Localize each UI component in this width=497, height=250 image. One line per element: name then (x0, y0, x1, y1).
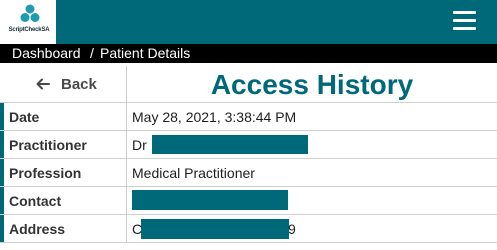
date-label: Date (9, 109, 40, 125)
top-bar: ScriptCheckSA (0, 0, 497, 44)
address-label: Address (9, 221, 66, 237)
practitioner-value-prefix: Dr (132, 137, 147, 153)
row-divider (126, 159, 127, 186)
breadcrumb-separator: / (90, 45, 94, 61)
logo-mark-icon (20, 4, 40, 22)
date-value: May 28, 2021, 3:38:44 PM (132, 109, 297, 125)
breadcrumb-dashboard-link[interactable]: Dashboard (12, 44, 81, 63)
row-divider (126, 215, 127, 242)
profession-label: Profession (9, 165, 82, 181)
detail-row-address: Address C 9 (0, 215, 497, 243)
row-accent (0, 103, 4, 130)
logo-text: ScriptCheckSA (8, 27, 50, 33)
detail-row-date: Date May 28, 2021, 3:38:44 PM (0, 103, 497, 131)
row-accent (0, 187, 4, 214)
detail-row-profession: Profession Medical Practitioner (0, 159, 497, 187)
breadcrumb: Dashboard / Patient Details (0, 44, 497, 63)
breadcrumb-current: Patient Details (100, 45, 191, 61)
arrow-left-icon (36, 78, 50, 90)
detail-row-contact: Contact (0, 187, 497, 215)
detail-row-practitioner: Practitioner Dr (0, 131, 497, 159)
row-accent (0, 131, 4, 158)
page-title: Access History (210, 69, 414, 100)
contact-label: Contact (9, 193, 62, 209)
address-value-suffix: 9 (288, 221, 296, 237)
row-accent (0, 215, 4, 242)
hamburger-menu-icon[interactable] (453, 11, 476, 33)
row-divider (126, 187, 127, 214)
practitioner-name-redaction (152, 135, 308, 154)
practitioner-label: Practitioner (9, 137, 87, 153)
contact-redaction (132, 190, 288, 210)
row-divider (126, 131, 127, 158)
back-button[interactable]: Back (0, 66, 127, 102)
row-accent (0, 159, 4, 186)
profession-value: Medical Practitioner (132, 165, 255, 181)
back-button-label: Back (61, 76, 97, 93)
page-header: Back Access History (0, 66, 497, 103)
address-redaction (141, 219, 289, 239)
app-logo[interactable]: ScriptCheckSA (0, 0, 56, 44)
row-divider (126, 103, 127, 130)
